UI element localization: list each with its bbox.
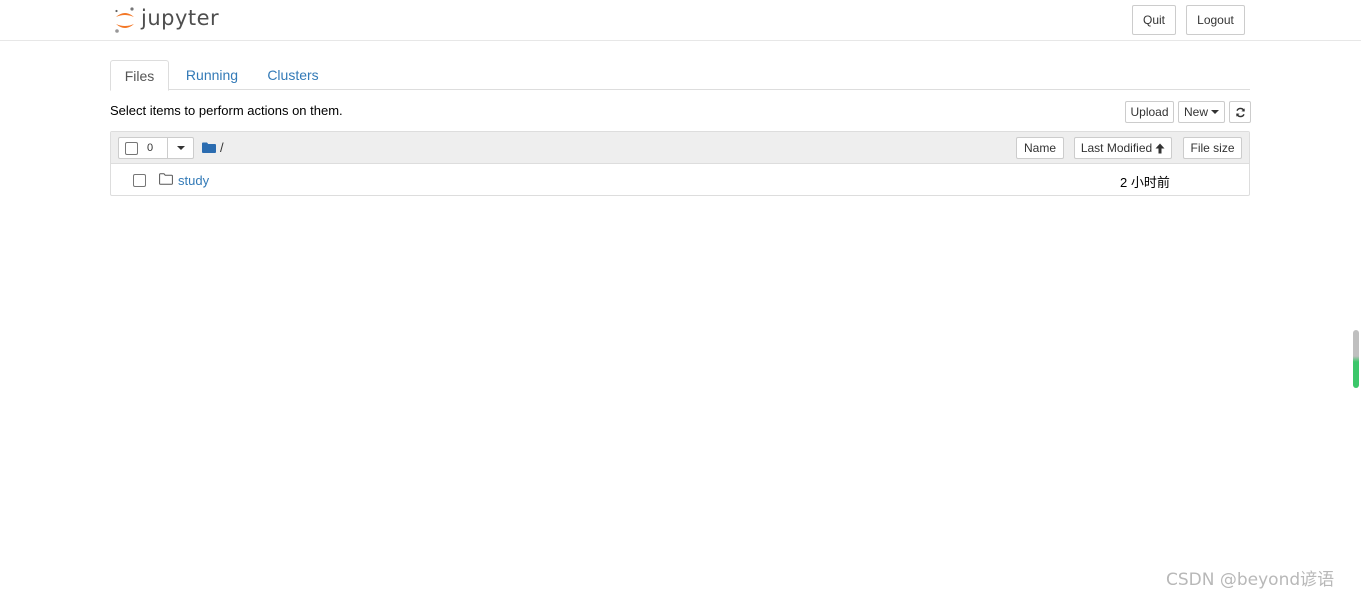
select-group: 0 — [118, 137, 194, 159]
item-last-modified: 2 小时前 — [1120, 175, 1170, 190]
tab-bar: Files Running Clusters — [110, 60, 1250, 91]
tab-running[interactable]: Running — [176, 60, 248, 90]
scroll-indicator[interactable] — [1353, 330, 1359, 388]
select-all-checkbox[interactable] — [125, 141, 138, 155]
instructions-text: Select items to perform actions on them. — [110, 103, 343, 118]
chevron-down-icon — [176, 146, 185, 150]
new-dropdown-button[interactable]: New — [1178, 101, 1225, 123]
folder-icon — [159, 173, 173, 185]
breadcrumb-root-link[interactable]: / — [220, 140, 224, 155]
sort-by-last-modified-button[interactable]: Last Modified — [1074, 137, 1172, 159]
watermark: CSDN @beyond谚语 — [1166, 570, 1335, 590]
chevron-down-icon — [1211, 110, 1219, 114]
select-options-dropdown[interactable] — [168, 138, 193, 158]
item-name-link[interactable]: study — [178, 173, 209, 188]
logout-button[interactable]: Logout — [1186, 5, 1245, 35]
jupyter-logo[interactable]: jupyter — [113, 4, 219, 36]
arrow-up-icon — [1155, 143, 1165, 153]
list-item[interactable]: study 2 小时前 — [111, 165, 1249, 195]
select-all-toggle[interactable]: 0 — [119, 138, 168, 158]
sort-by-name-button[interactable]: Name — [1016, 137, 1064, 159]
file-list: 0 / Name Last Modified File size study 2… — [110, 131, 1250, 196]
sort-by-file-size-button[interactable]: File size — [1183, 137, 1242, 159]
last-modified-label: Last Modified — [1080, 141, 1153, 155]
folder-icon[interactable] — [202, 142, 216, 153]
top-header: jupyter Quit Logout — [0, 0, 1361, 41]
breadcrumb: / — [202, 140, 224, 155]
upload-button[interactable]: Upload — [1125, 101, 1174, 123]
quit-button[interactable]: Quit — [1132, 5, 1176, 35]
tab-clusters[interactable]: Clusters — [260, 60, 326, 90]
tab-files[interactable]: Files — [110, 60, 169, 91]
new-button-label: New — [1183, 105, 1208, 119]
refresh-icon — [1235, 107, 1245, 117]
file-list-header: 0 / Name Last Modified File size — [111, 132, 1249, 164]
refresh-button[interactable] — [1229, 101, 1251, 123]
item-checkbox[interactable] — [133, 174, 146, 187]
jupyter-logo-icon — [115, 7, 134, 33]
selected-count: 0 — [147, 142, 154, 154]
logo-text: jupyter — [141, 6, 220, 30]
